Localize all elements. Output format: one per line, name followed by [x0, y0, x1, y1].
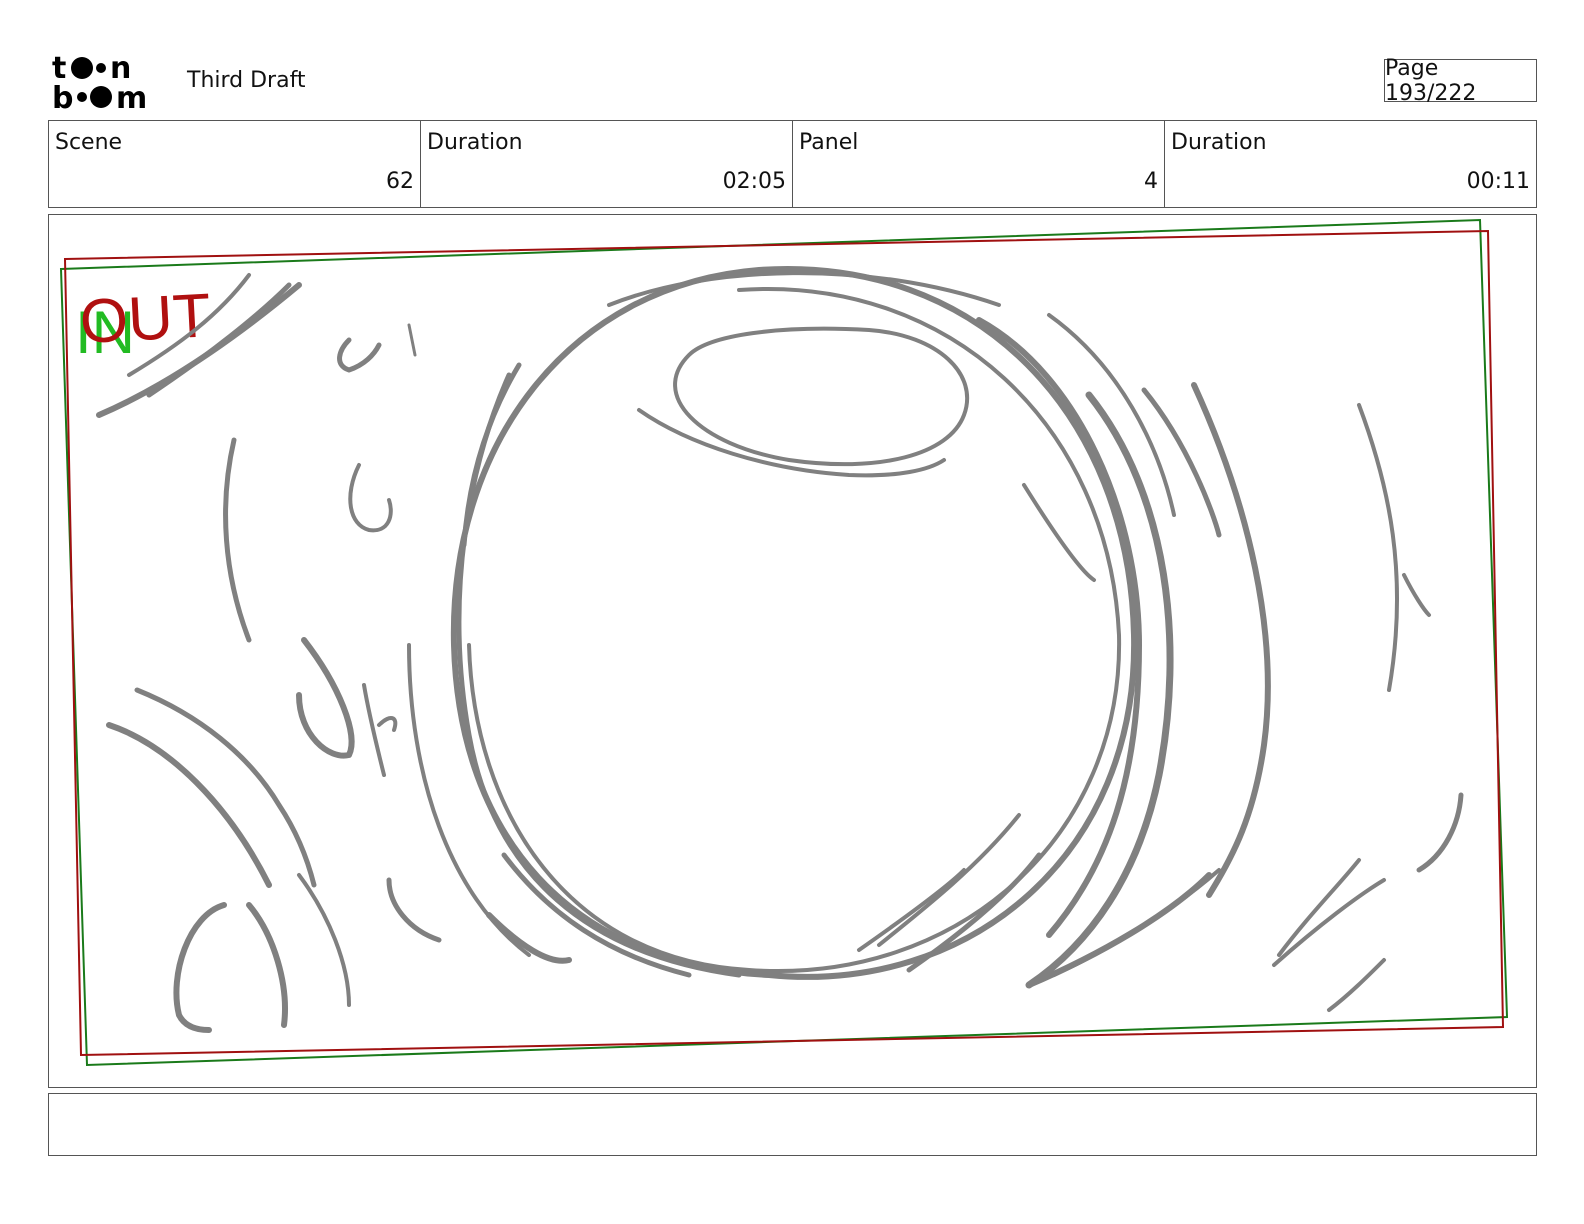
- scene-duration-cell: Duration 02:05: [421, 121, 793, 207]
- panel-info-table: Scene 62 Duration 02:05 Panel 4 Duration…: [48, 120, 1537, 208]
- panel-duration-value: 00:11: [1466, 169, 1530, 194]
- page-indicator: Page 193/222: [1384, 56, 1537, 106]
- out-camera-frame: [63, 229, 1505, 1057]
- scene-cell: Scene 62: [49, 121, 421, 207]
- svg-text:b: b: [52, 81, 73, 110]
- scene-value: 62: [386, 169, 414, 194]
- panel-duration-cell: Duration 00:11: [1165, 121, 1536, 207]
- storyboard-panel: IN OUT: [48, 214, 1537, 1088]
- sketch-drawing: [96, 266, 1464, 1033]
- scene-duration-value: 02:05: [722, 169, 786, 194]
- scene-duration-label: Duration: [427, 130, 523, 155]
- out-marker: OUT: [78, 281, 212, 357]
- scene-label: Scene: [55, 130, 123, 155]
- svg-text:m: m: [116, 81, 147, 110]
- toon-boom-logo: t n b m: [52, 51, 164, 116]
- panel-notes[interactable]: [48, 1093, 1537, 1156]
- panel-value: 4: [1144, 169, 1158, 194]
- document-title: Third Draft: [187, 68, 306, 93]
- panel-cell: Panel 4: [793, 121, 1165, 207]
- panel-label: Panel: [799, 130, 859, 155]
- panel-duration-label: Duration: [1171, 130, 1267, 155]
